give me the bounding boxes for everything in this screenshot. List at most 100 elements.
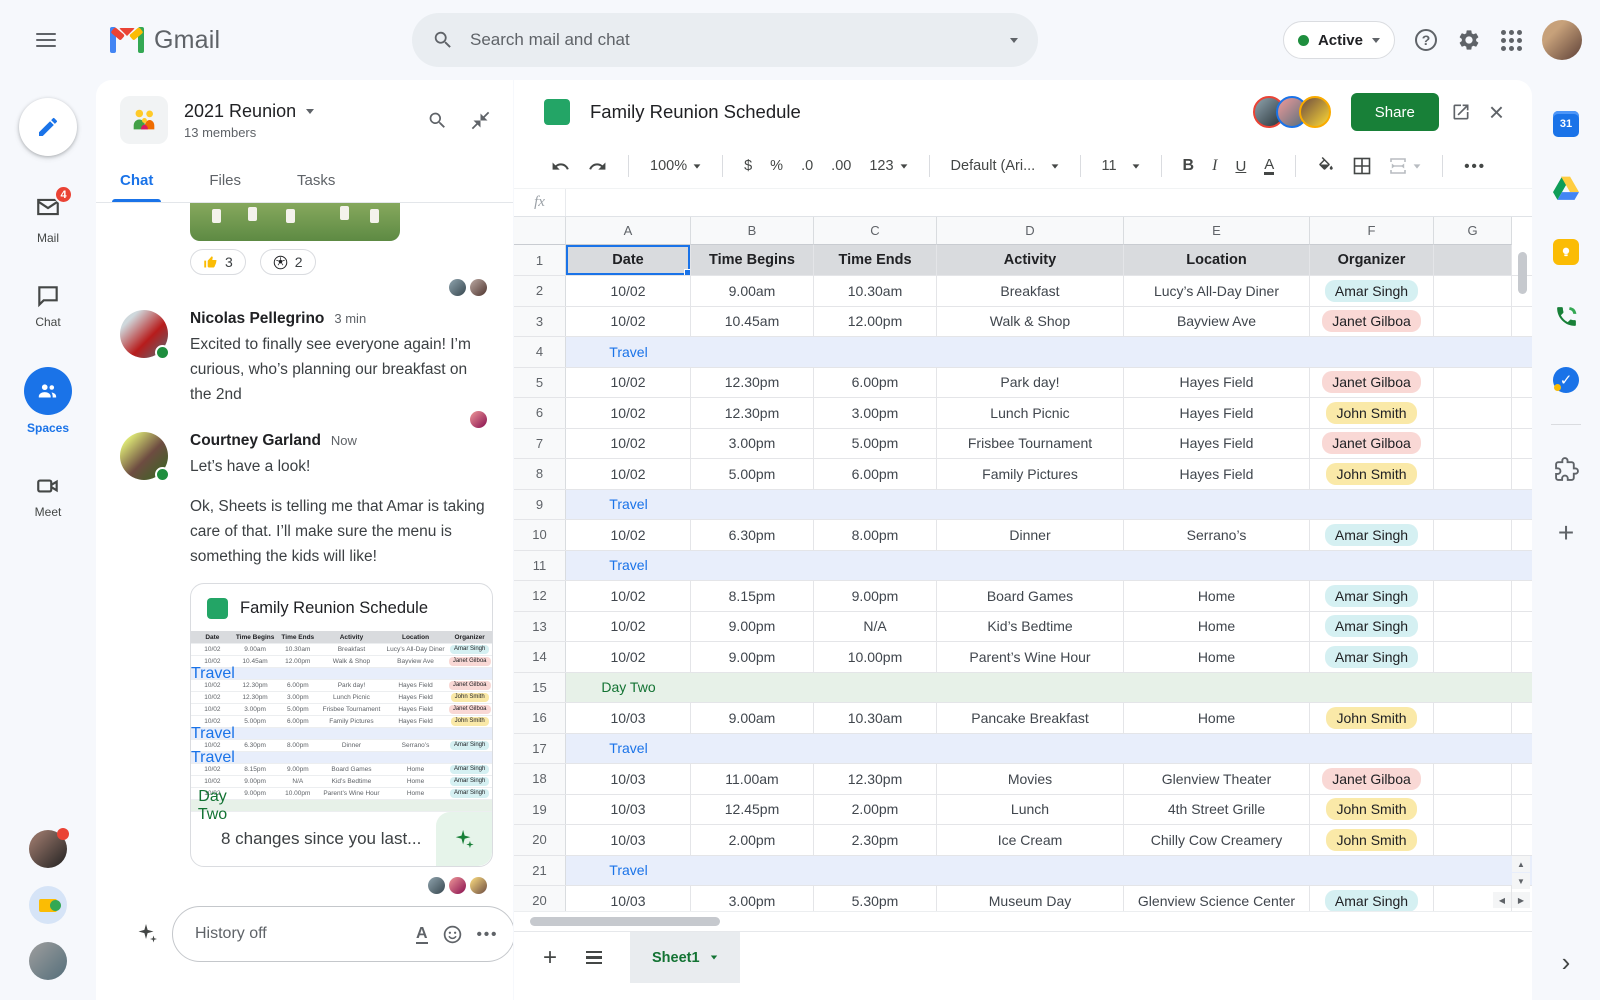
row-number[interactable]: 16 bbox=[514, 703, 566, 733]
grid-cell[interactable]: Amar Singh bbox=[1310, 611, 1434, 641]
grid-cell[interactable]: 10.45am bbox=[691, 306, 814, 336]
tab-chat[interactable]: Chat bbox=[111, 160, 162, 202]
row-number[interactable]: 20 bbox=[514, 886, 566, 911]
grid-cell[interactable]: 10/03 bbox=[566, 886, 691, 911]
contact-avatar[interactable] bbox=[29, 828, 69, 868]
grid-cell[interactable]: Home bbox=[1124, 703, 1310, 733]
grid-cell[interactable]: John Smith bbox=[1310, 459, 1434, 489]
sidebar-item-meet[interactable]: Meet bbox=[35, 473, 61, 519]
font-size-select[interactable]: 11 bbox=[1095, 154, 1147, 178]
grid-cell[interactable] bbox=[1434, 703, 1512, 733]
grid-cell[interactable] bbox=[1434, 367, 1512, 397]
grid-cell[interactable]: 10/02 bbox=[566, 428, 691, 458]
column-header[interactable]: D bbox=[937, 217, 1124, 245]
grid-cell[interactable]: 10/03 bbox=[566, 764, 691, 794]
format-currency-button[interactable]: $ bbox=[737, 154, 759, 178]
emoji-icon[interactable] bbox=[442, 924, 463, 945]
grid-cell[interactable]: 9.00am bbox=[691, 703, 814, 733]
grid-cell[interactable]: Time Begins bbox=[691, 245, 814, 275]
horizontal-scrollbar-thumb[interactable] bbox=[530, 917, 720, 926]
row-number[interactable]: 2 bbox=[514, 276, 566, 306]
all-sheets-icon[interactable] bbox=[572, 932, 616, 983]
grid-cell[interactable]: Hayes Field bbox=[1124, 428, 1310, 458]
grid-cell[interactable]: Time Ends bbox=[814, 245, 937, 275]
grid-cell[interactable]: Frisbee Tournament bbox=[937, 428, 1124, 458]
contact-avatar[interactable] bbox=[29, 942, 67, 980]
grid-cell[interactable]: 9.00am bbox=[691, 276, 814, 306]
grid-cell[interactable]: 3.00pm bbox=[691, 886, 814, 911]
grid-cell[interactable]: Glenview Science Center bbox=[1124, 886, 1310, 911]
row-number[interactable]: 9 bbox=[514, 489, 566, 519]
grid-cell[interactable]: 10/02 bbox=[566, 611, 691, 641]
row-number[interactable]: 13 bbox=[514, 611, 566, 641]
grid-cell[interactable]: Home bbox=[1124, 611, 1310, 641]
section-band[interactable]: Travel bbox=[566, 490, 1532, 520]
grid-cell[interactable]: 10/03 bbox=[566, 794, 691, 824]
column-header[interactable]: E bbox=[1124, 217, 1310, 245]
grid-cell[interactable]: 12.30pm bbox=[814, 764, 937, 794]
row-number[interactable]: 21 bbox=[514, 855, 566, 885]
row-number[interactable]: 4 bbox=[514, 337, 566, 367]
grid-cell[interactable]: Amar Singh bbox=[1310, 581, 1434, 611]
grid-cell[interactable]: Movies bbox=[937, 764, 1124, 794]
vertical-scrollbar-thumb[interactable] bbox=[1518, 252, 1527, 294]
grid-cell[interactable]: Serrano’s bbox=[1124, 520, 1310, 550]
search-options-chevron-icon[interactable] bbox=[1010, 37, 1018, 43]
font-select[interactable]: Default (Ari... bbox=[944, 154, 1066, 178]
compose-button[interactable] bbox=[19, 98, 77, 156]
grid-cell[interactable]: Home bbox=[1124, 642, 1310, 672]
grid-cell[interactable]: Museum Day bbox=[937, 886, 1124, 911]
grid-cell[interactable]: Parent’s Wine Hour bbox=[937, 642, 1124, 672]
more-options-icon[interactable]: ••• bbox=[477, 926, 499, 943]
share-button[interactable]: Share bbox=[1350, 93, 1439, 131]
grid-cell[interactable] bbox=[1434, 306, 1512, 336]
grid-cell[interactable]: 2.30pm bbox=[814, 825, 937, 855]
grid-cell[interactable]: 10/02 bbox=[566, 398, 691, 428]
grid-cell[interactable] bbox=[1434, 398, 1512, 428]
grid-cell[interactable]: Organizer bbox=[1310, 245, 1434, 275]
grid-cell[interactable]: 10/03 bbox=[566, 825, 691, 855]
composer-input[interactable] bbox=[195, 925, 402, 943]
space-title-row[interactable]: 2021 Reunion bbox=[184, 101, 427, 122]
search-in-space-icon[interactable] bbox=[427, 110, 448, 131]
grid-cell[interactable]: Breakfast bbox=[937, 276, 1124, 306]
open-in-new-icon[interactable] bbox=[1451, 102, 1471, 122]
number-format-select[interactable]: 123 bbox=[862, 154, 914, 178]
grid-cell[interactable]: 12.30pm bbox=[691, 367, 814, 397]
search-bar[interactable] bbox=[412, 13, 1038, 67]
column-header[interactable]: A bbox=[566, 217, 691, 245]
grid-cell[interactable]: 8.00pm bbox=[814, 520, 937, 550]
contact-avatar-camera[interactable] bbox=[29, 886, 67, 924]
merge-cells-button[interactable] bbox=[1382, 153, 1428, 179]
gemini-sparkle-icon[interactable] bbox=[136, 922, 160, 946]
horizontal-scrollbar[interactable] bbox=[514, 911, 1532, 931]
grid-cell[interactable]: 10/02 bbox=[566, 581, 691, 611]
grid-cell[interactable] bbox=[1434, 428, 1512, 458]
grid-cell[interactable]: 10.00pm bbox=[814, 642, 937, 672]
formula-bar[interactable]: fx bbox=[514, 188, 1532, 217]
grid-cell[interactable]: 9.00pm bbox=[814, 581, 937, 611]
grid-cell[interactable]: Lunch Picnic bbox=[937, 398, 1124, 428]
composer-field[interactable]: A ••• bbox=[172, 906, 513, 962]
add-sheet-button[interactable]: + bbox=[528, 932, 572, 983]
grid-cell-selected[interactable]: Date bbox=[566, 245, 691, 275]
scroll-up-arrow[interactable]: ▲ bbox=[1512, 856, 1530, 872]
grid-cell[interactable] bbox=[1434, 276, 1512, 306]
grid-cell[interactable]: 6.00pm bbox=[814, 367, 937, 397]
grid-cell[interactable]: Lunch bbox=[937, 794, 1124, 824]
row-number[interactable]: 18 bbox=[514, 764, 566, 794]
row-number[interactable]: 14 bbox=[514, 642, 566, 672]
scroll-left-arrow[interactable]: ◀ bbox=[1493, 892, 1511, 908]
get-addons-plus-icon[interactable]: + bbox=[1544, 511, 1588, 555]
grid-cell[interactable]: Board Games bbox=[937, 581, 1124, 611]
grid-cell[interactable]: John Smith bbox=[1310, 703, 1434, 733]
grid-cell[interactable]: 5.00pm bbox=[814, 428, 937, 458]
grid-cell[interactable]: Janet Gilboa bbox=[1310, 306, 1434, 336]
grid-cell[interactable]: 8.15pm bbox=[691, 581, 814, 611]
sender-avatar[interactable] bbox=[120, 432, 170, 482]
grid-cell[interactable] bbox=[1434, 520, 1512, 550]
close-icon[interactable]: × bbox=[1489, 99, 1504, 125]
row-number[interactable]: 3 bbox=[514, 306, 566, 336]
row-number[interactable]: 10 bbox=[514, 520, 566, 550]
smart-summary-button[interactable] bbox=[436, 812, 492, 866]
